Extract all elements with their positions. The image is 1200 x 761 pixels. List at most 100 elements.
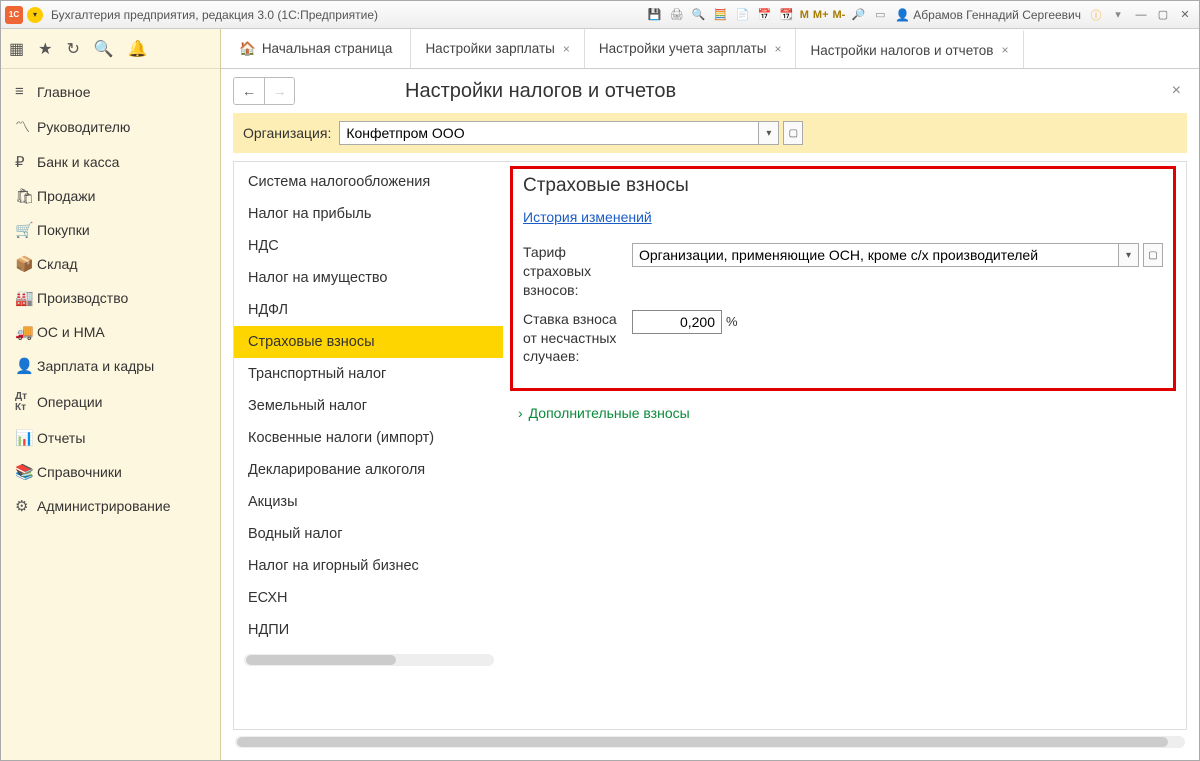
tariff-label: Тариф страховых взносов: (523, 243, 618, 300)
history-link[interactable]: История изменений (523, 209, 652, 225)
nav-purchases[interactable]: 🛒Покупки (1, 213, 220, 247)
back-button[interactable]: ← (234, 78, 264, 104)
ruble-icon: ₽ (15, 153, 37, 171)
org-input[interactable] (339, 121, 759, 145)
user-icon: 👤 (895, 8, 910, 22)
calc-icon[interactable]: 🧮 (712, 6, 730, 24)
settings-list-item[interactable]: Налог на прибыль (234, 198, 503, 230)
settings-list-item[interactable]: Налог на имущество (234, 262, 503, 294)
nav-warehouse[interactable]: 📦Склад (1, 247, 220, 281)
nav-label: Покупки (37, 222, 90, 238)
dropdown-icon[interactable]: ▾ (1109, 6, 1127, 24)
tab-close-icon[interactable]: × (1001, 43, 1008, 57)
history-icon[interactable]: ↻ (66, 39, 79, 59)
rate-input[interactable] (632, 310, 722, 334)
settings-list-item[interactable]: НДФЛ (234, 294, 503, 326)
settings-list-item[interactable]: НДС (234, 230, 503, 262)
settings-list-item[interactable]: Декларирование алкоголя (234, 454, 503, 486)
settings-detail: Страховые взносы История изменений Тариф… (504, 162, 1186, 729)
rate-field: Ставка взноса от несчастных случаев: % (523, 310, 1163, 367)
settings-list-item[interactable]: Налог на игорный бизнес (234, 550, 503, 582)
nav-label: Зарплата и кадры (37, 358, 154, 374)
settings-list-item[interactable]: Система налогообложения (234, 166, 503, 198)
nav-operations[interactable]: ДтКтОперации (1, 383, 220, 421)
notifications-icon[interactable]: 🔔 (128, 39, 148, 59)
settings-list-item[interactable]: Земельный налог (234, 390, 503, 422)
nav-reports[interactable]: 📊Отчеты (1, 421, 220, 455)
settings-list-item[interactable]: ЕСХН (234, 582, 503, 614)
apps-icon[interactable]: ▦ (9, 39, 24, 59)
rate-unit: % (726, 314, 738, 329)
minimize-button[interactable]: — (1131, 7, 1151, 23)
tariff-input[interactable] (632, 243, 1119, 267)
nav-assets[interactable]: 🚚ОС и НМА (1, 315, 220, 349)
truck-icon: 🚚 (15, 323, 37, 341)
cart-icon: 🛒 (15, 221, 37, 239)
nav-admin[interactable]: ⚙Администрирование (1, 489, 220, 523)
nav-label: ОС и НМА (37, 324, 105, 340)
title-bar: 1C ▾ Бухгалтерия предприятия, редакция 3… (1, 1, 1199, 29)
tab-close-icon[interactable]: × (563, 42, 570, 56)
additional-contributions-expander[interactable]: › Дополнительные взносы (510, 401, 1176, 421)
close-button[interactable]: ✕ (1175, 7, 1195, 23)
expander-label: Дополнительные взносы (529, 405, 690, 421)
settings-list-item[interactable]: Косвенные налоги (импорт) (234, 422, 503, 454)
bars-icon: 📊 (15, 429, 37, 447)
nav-label: Справочники (37, 464, 122, 480)
nav-label: Руководителю (37, 119, 130, 135)
org-dropdown-button[interactable]: ▾ (759, 121, 779, 145)
print-icon[interactable]: 🖨 (668, 6, 686, 24)
forward-button[interactable]: → (264, 78, 294, 104)
rate-label: Ставка взноса от несчастных случаев: (523, 310, 618, 367)
doc-icon[interactable]: 📄 (734, 6, 752, 24)
zoom-icon[interactable]: 🔎 (849, 6, 867, 24)
gear-icon: ⚙ (15, 497, 37, 515)
tab-home[interactable]: 🏠 Начальная страница (221, 29, 411, 68)
info-icon[interactable]: ⓘ (1087, 6, 1105, 24)
page-title: Настройки налогов и отчетов (305, 80, 1156, 103)
nav-sales[interactable]: 🛍Продажи (1, 179, 220, 213)
calendar-icon[interactable]: 📅 (756, 6, 774, 24)
user-indicator[interactable]: 👤 Абрамов Геннадий Сергеевич (891, 8, 1085, 22)
list-scrollbar[interactable] (244, 654, 494, 666)
nav-production[interactable]: 🏭Производство (1, 281, 220, 315)
nav-salary[interactable]: 👤Зарплата и кадры (1, 349, 220, 383)
tariff-open-button[interactable]: ▢ (1143, 243, 1163, 267)
date-icon[interactable]: 📆 (778, 6, 796, 24)
settings-list-item[interactable]: Страховые взносы (234, 326, 503, 358)
nav-bank[interactable]: ₽Банк и касса (1, 145, 220, 179)
nav-label: Производство (37, 290, 128, 306)
tab-bar: 🏠 Начальная страница Настройки зарплаты … (221, 29, 1199, 69)
user-name: Абрамов Геннадий Сергеевич (913, 8, 1081, 22)
settings-list-item[interactable]: Транспортный налог (234, 358, 503, 390)
favorites-icon[interactable]: ★ (38, 39, 52, 59)
app-menu-button[interactable]: ▾ (27, 7, 43, 23)
chevron-right-icon: › (518, 405, 523, 421)
search-icon[interactable]: 🔍 (94, 39, 114, 59)
settings-list-item[interactable]: Водный налог (234, 518, 503, 550)
maximize-button[interactable]: ▢ (1153, 7, 1173, 23)
tab-tax-settings[interactable]: Настройки налогов и отчетов × (796, 29, 1023, 68)
nav-catalogs[interactable]: 📚Справочники (1, 455, 220, 489)
preview-icon[interactable]: 🔍 (690, 6, 708, 24)
settings-list-item[interactable]: НДПИ (234, 614, 503, 646)
highlighted-section: Страховые взносы История изменений Тариф… (510, 166, 1176, 391)
memory-mplus-button[interactable]: M+ (811, 9, 831, 21)
memory-m-button[interactable]: M (798, 9, 811, 21)
window-icon[interactable]: ▭ (871, 6, 889, 24)
tab-close-icon[interactable]: × (774, 42, 781, 56)
org-label: Организация: (243, 125, 331, 141)
memory-mminus-button[interactable]: M- (831, 9, 848, 21)
tab-salary-settings[interactable]: Настройки зарплаты × (411, 29, 584, 68)
page-close-button[interactable]: × (1166, 82, 1187, 100)
org-open-button[interactable]: ▢ (783, 121, 803, 145)
tariff-dropdown-button[interactable]: ▾ (1119, 243, 1139, 267)
tab-label: Настройки учета зарплаты (599, 41, 767, 56)
page-scrollbar[interactable] (235, 736, 1185, 748)
nav-main[interactable]: ≡Главное (1, 75, 220, 108)
tab-salary-accounting[interactable]: Настройки учета зарплаты × (585, 29, 797, 68)
settings-list-item[interactable]: Акцизы (234, 486, 503, 518)
nav-manager[interactable]: 〽Руководителю (1, 108, 220, 145)
save-icon[interactable]: 💾 (646, 6, 664, 24)
org-combo: ▾ ▢ (339, 121, 803, 145)
